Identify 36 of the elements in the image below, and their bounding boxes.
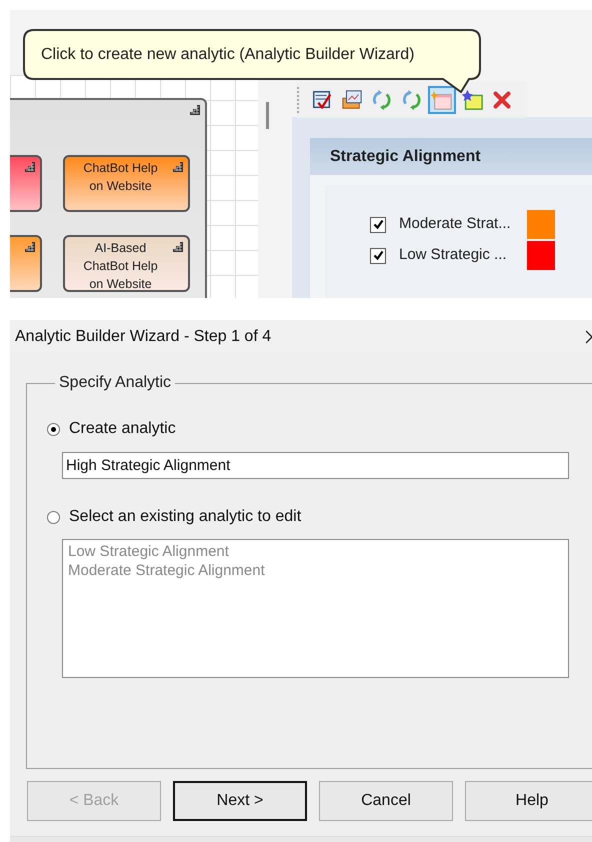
- hierarchy-icon: [24, 161, 36, 173]
- text-field[interactable]: High Strategic Alignment: [62, 452, 569, 479]
- radio-label: Create analytic: [69, 419, 176, 439]
- dialog-title: Analytic Builder Wizard - Step 1 of 4: [15, 326, 272, 346]
- radio-label: Select an existing analytic to edit: [69, 507, 302, 527]
- checklist-icon: [311, 89, 333, 111]
- delete-icon: [491, 89, 513, 111]
- new-document-icon: [431, 89, 453, 111]
- checkbox[interactable]: [370, 216, 386, 232]
- hierarchy-icon: [172, 241, 184, 253]
- radio-button[interactable]: [47, 510, 60, 524]
- legend-label: Low Strategic ...: [399, 245, 508, 266]
- dialog-button[interactable]: Help: [465, 781, 592, 821]
- dialog-button[interactable]: Next >: [173, 781, 307, 821]
- refresh-arrows-icon: [371, 89, 393, 111]
- hierarchy-icon: [24, 241, 36, 253]
- checkbox[interactable]: [370, 248, 386, 264]
- tooltip-text: Click to create new analytic (Analytic Builder Wizard): [41, 45, 414, 65]
- scrollbar-thumb[interactable]: [266, 102, 269, 129]
- legend-label: Moderate Strat...: [399, 214, 512, 234]
- node-label: AI-Based ChatBot Help on Website: [82, 240, 159, 293]
- star-window-icon: [461, 89, 483, 111]
- group-title: Specify Analytic: [58, 373, 172, 393]
- dialog-button[interactable]: Cancel: [319, 781, 453, 821]
- hierarchy-icon: [189, 104, 201, 116]
- node-label: ChatBot Help on Website: [82, 160, 159, 195]
- radio-button[interactable]: [47, 422, 60, 436]
- diagram-node[interactable]: [10, 155, 42, 212]
- hierarchy-icon: [172, 161, 184, 173]
- refresh-arrows-icon: [401, 89, 423, 111]
- diagram-node[interactable]: [10, 235, 42, 292]
- toolbar-grip[interactable]: [297, 87, 300, 113]
- panel-title: Strategic Alignment: [330, 146, 481, 166]
- diagram-node[interactable]: AI-Based ChatBot Help on Website: [63, 235, 190, 292]
- diagram-node[interactable]: ChatBot Help on Website: [63, 155, 190, 212]
- folder-chart-icon: [341, 89, 363, 111]
